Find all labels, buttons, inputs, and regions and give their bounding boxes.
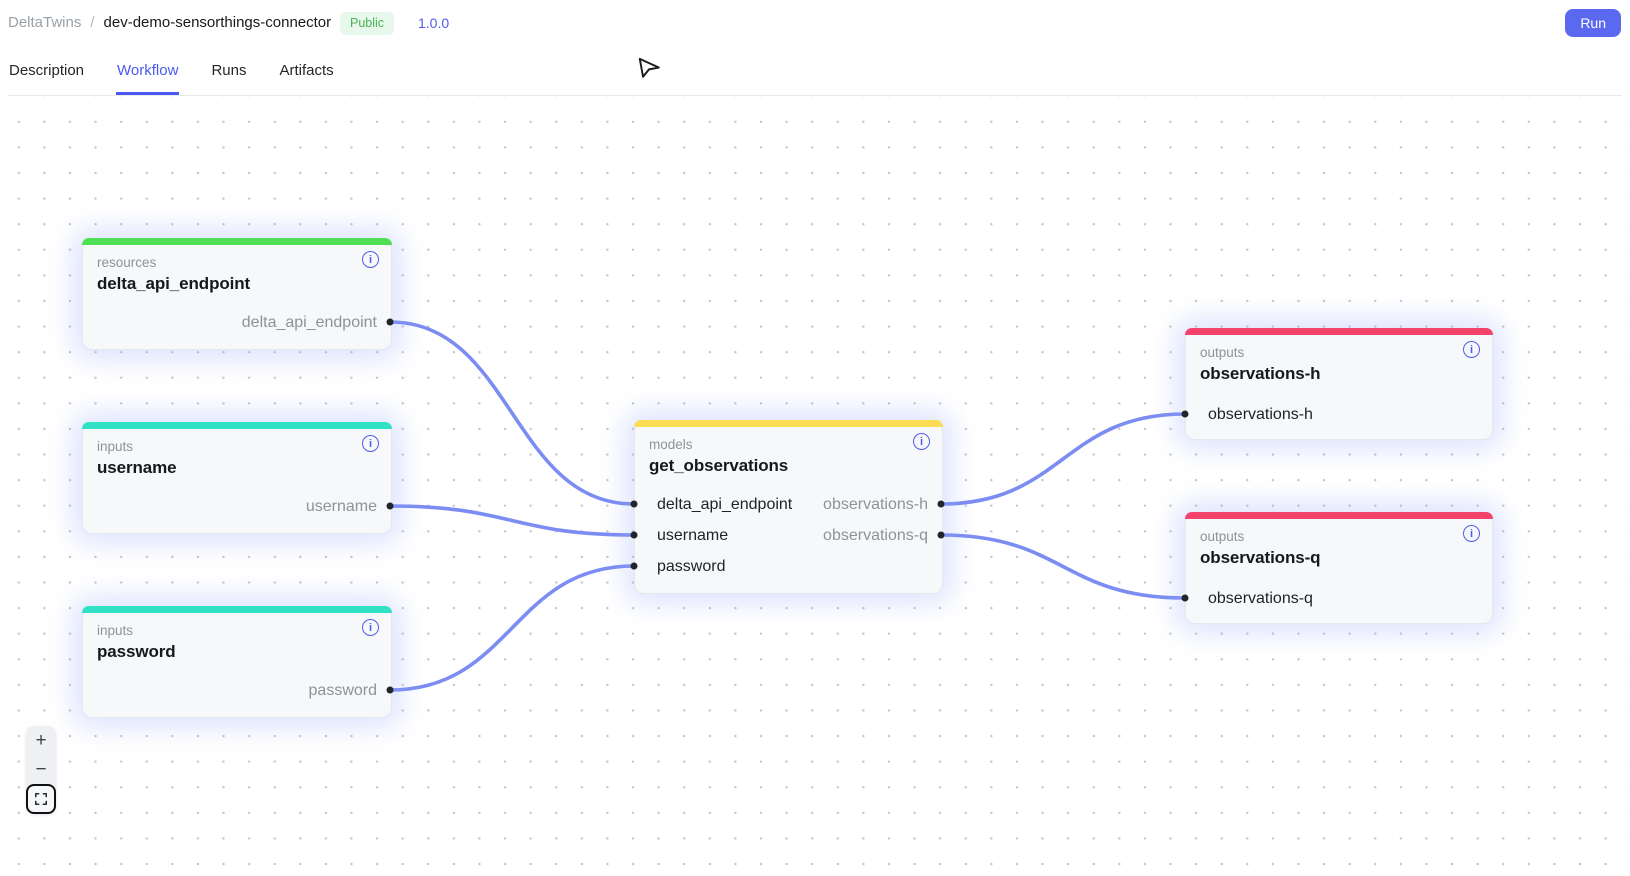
edge-models-to-observations-q[interactable] (941, 535, 1185, 598)
port-handle-models-out-observations-h[interactable] (938, 501, 945, 508)
output-port-label: observations-q (823, 520, 928, 551)
input-port-label: password (657, 551, 725, 582)
tab-bar-divider (8, 95, 1622, 96)
port-handle-observations-h-in[interactable] (1182, 411, 1189, 418)
edge-username-to-models[interactable] (390, 506, 634, 535)
tab-bar: Description Workflow Runs Artifacts (8, 62, 335, 95)
output-port-label: delta_api_endpoint (242, 307, 377, 338)
breadcrumb-separator: / (90, 14, 94, 31)
node-title: get_observations (649, 456, 928, 476)
version-link[interactable]: 1.0.0 (418, 15, 449, 31)
input-port-label: username (657, 520, 728, 551)
port-handle-password-out[interactable] (387, 687, 394, 694)
workflow-canvas[interactable]: resources delta_api_endpoint i delta_api… (0, 97, 1630, 876)
input-port-label: observations-h (1208, 399, 1313, 430)
node-category: outputs (1200, 529, 1478, 544)
info-icon[interactable]: i (362, 619, 379, 636)
zoom-out-button[interactable]: − (26, 755, 56, 784)
breadcrumb: DeltaTwins / dev-demo-sensorthings-conne… (8, 14, 331, 31)
node-accent-bar (82, 606, 392, 613)
output-port-label: observations-h (823, 489, 928, 520)
visibility-badge: Public (340, 12, 394, 35)
info-icon[interactable]: i (913, 433, 930, 450)
node-category: outputs (1200, 345, 1478, 360)
node-input-password[interactable]: inputs password i password (82, 606, 392, 718)
fit-view-icon (34, 792, 48, 806)
tab-runs[interactable]: Runs (210, 62, 247, 95)
info-icon[interactable]: i (1463, 525, 1480, 542)
node-title: password (97, 642, 377, 662)
input-port-label: delta_api_endpoint (657, 489, 792, 520)
node-category: resources (97, 255, 377, 270)
node-title: observations-h (1200, 364, 1478, 384)
node-accent-bar (1185, 328, 1493, 335)
node-title: delta_api_endpoint (97, 274, 377, 294)
canvas-controls: + − (26, 726, 56, 814)
node-category: inputs (97, 623, 377, 638)
node-category: inputs (97, 439, 377, 454)
info-icon[interactable]: i (362, 251, 379, 268)
output-port-label: password (309, 675, 377, 706)
port-handle-resources-out[interactable] (387, 319, 394, 326)
tab-description[interactable]: Description (8, 62, 85, 95)
port-handle-observations-q-in[interactable] (1182, 595, 1189, 602)
breadcrumb-root-link[interactable]: DeltaTwins (8, 14, 81, 31)
node-category: models (649, 437, 928, 452)
port-handle-models-in-username[interactable] (631, 532, 638, 539)
zoom-in-button[interactable]: + (26, 726, 56, 755)
edge-delta-api-endpoint-to-models[interactable] (390, 322, 634, 504)
node-title: username (97, 458, 377, 478)
node-output-observations-h[interactable]: outputs observations-h i observations-h (1185, 328, 1493, 440)
breadcrumb-project-name: dev-demo-sensorthings-connector (104, 14, 332, 31)
info-icon[interactable]: i (1463, 341, 1480, 358)
port-handle-models-out-observations-q[interactable] (938, 532, 945, 539)
node-model-get-observations[interactable]: models get_observations i delta_api_endp… (634, 420, 943, 594)
edge-models-to-observations-h[interactable] (941, 414, 1185, 504)
node-title: observations-q (1200, 548, 1478, 568)
port-handle-models-in-password[interactable] (631, 563, 638, 570)
app-header: DeltaTwins / dev-demo-sensorthings-conne… (0, 0, 1630, 96)
node-input-username[interactable]: inputs username i username (82, 422, 392, 534)
node-accent-bar (634, 420, 943, 427)
node-accent-bar (82, 238, 392, 245)
info-icon[interactable]: i (362, 435, 379, 452)
output-port-label: username (306, 491, 377, 522)
fit-view-button[interactable] (26, 784, 56, 814)
node-resources-delta-api-endpoint[interactable]: resources delta_api_endpoint i delta_api… (82, 238, 392, 350)
tab-artifacts[interactable]: Artifacts (278, 62, 334, 95)
tab-workflow[interactable]: Workflow (116, 62, 179, 95)
run-button[interactable]: Run (1565, 9, 1621, 37)
node-accent-bar (82, 422, 392, 429)
input-port-label: observations-q (1208, 583, 1313, 614)
node-accent-bar (1185, 512, 1493, 519)
port-handle-models-in-delta-api-endpoint[interactable] (631, 501, 638, 508)
edge-password-to-models[interactable] (390, 566, 634, 690)
node-output-observations-q[interactable]: outputs observations-q i observations-q (1185, 512, 1493, 624)
port-handle-username-out[interactable] (387, 503, 394, 510)
